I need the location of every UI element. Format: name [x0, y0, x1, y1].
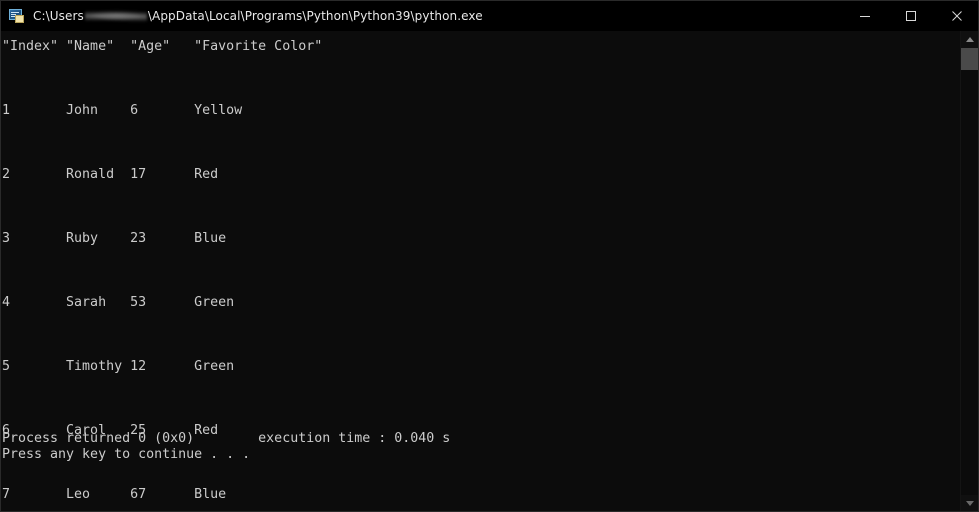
window-controls [842, 1, 978, 31]
scrollbar-thumb[interactable] [961, 48, 978, 70]
close-button[interactable] [934, 1, 978, 31]
minimize-icon [860, 16, 870, 17]
window-title-redacted-username [84, 10, 147, 22]
console-exit-message: Process returned 0 (0x0) execution time … [2, 431, 451, 462]
scroll-up-arrow-icon [965, 37, 974, 42]
maximize-icon [906, 11, 916, 21]
console-app-icon [9, 8, 25, 24]
minimize-button[interactable] [842, 1, 888, 31]
close-icon [952, 11, 962, 21]
scroll-down-arrow-icon [965, 501, 974, 506]
maximize-button[interactable] [888, 1, 934, 31]
vertical-scrollbar[interactable] [960, 31, 978, 511]
scroll-down-button[interactable] [961, 495, 978, 511]
scrollbar-track[interactable] [961, 48, 978, 495]
window-title-suffix: \AppData\Local\Programs\Python\Python39\… [147, 9, 483, 23]
scroll-up-button[interactable] [961, 31, 978, 48]
window-title: C:\Users \AppData\Local\Programs\Python\… [33, 9, 483, 23]
window-titlebar[interactable]: C:\Users \AppData\Local\Programs\Python\… [1, 1, 978, 31]
console-output-area[interactable]: "Index" "Name" "Age" "Favorite Color" 1 … [1, 31, 962, 511]
console-window: C:\Users \AppData\Local\Programs\Python\… [0, 0, 979, 512]
window-title-prefix: C:\Users [33, 9, 84, 23]
